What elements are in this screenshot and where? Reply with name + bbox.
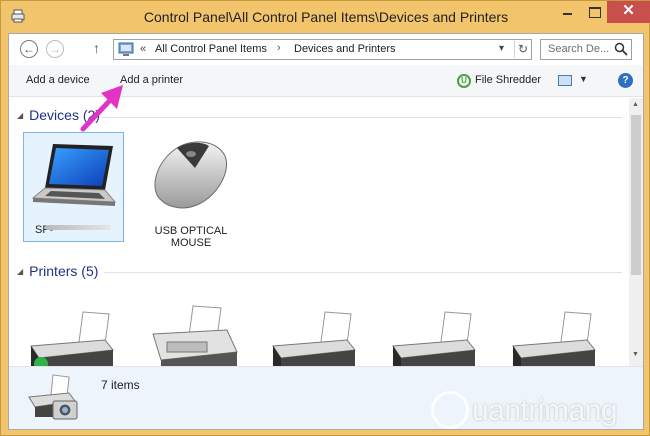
- file-shredder-button[interactable]: File Shredder: [475, 74, 541, 86]
- help-icon[interactable]: ?: [618, 73, 633, 88]
- vertical-scrollbar[interactable]: ▲ ▼: [629, 98, 643, 366]
- printer-icon[interactable]: [25, 306, 117, 366]
- watermark: uantrimang: [428, 388, 646, 434]
- breadcrumb-separator[interactable]: ›: [277, 42, 281, 54]
- printer-icon[interactable]: [267, 306, 359, 366]
- search-box[interactable]: Search De...: [540, 39, 632, 60]
- change-view-icon[interactable]: [558, 75, 572, 86]
- window-title: Control Panel\All Control Panel Items\De…: [143, 9, 509, 25]
- minimize-button[interactable]: [554, 1, 580, 23]
- redacted-name: [45, 225, 111, 230]
- device-label-mouse: USB OPTICAL MOUSE: [154, 225, 228, 249]
- group-divider: [102, 117, 622, 118]
- item-count: 7 items: [101, 378, 140, 392]
- breadcrumb-all-items[interactable]: All Control Panel Items: [155, 43, 267, 55]
- address-bar[interactable]: « All Control Panel Items › Devices and …: [113, 39, 532, 60]
- close-button[interactable]: ✕: [607, 1, 650, 23]
- watermark-logo: [431, 391, 469, 429]
- navigation-bar: ← → ↑ « All Control Panel Items › Device…: [9, 34, 643, 64]
- mouse-icon[interactable]: [147, 138, 231, 214]
- group-header-printers[interactable]: ◢ Printers (5): [17, 263, 98, 279]
- collapse-triangle-icon[interactable]: ◢: [17, 267, 23, 276]
- printer-camera-icon: [28, 374, 78, 420]
- printer-icon[interactable]: [387, 306, 479, 366]
- search-icon[interactable]: [614, 42, 628, 56]
- laptop-icon[interactable]: [27, 138, 119, 220]
- collapse-triangle-icon[interactable]: ◢: [17, 111, 23, 120]
- forward-arrow-icon[interactable]: →: [46, 40, 64, 58]
- items-view: ◢ Devices (2) SP- USB OPTICAL MOUSE ◢ Pr…: [9, 98, 629, 366]
- refresh-icon[interactable]: ↻: [514, 41, 531, 58]
- search-input[interactable]: Search De...: [548, 43, 609, 55]
- annotation-arrow: [80, 85, 123, 132]
- group-divider: [104, 272, 622, 273]
- view-options-dropdown[interactable]: ▼: [579, 74, 588, 84]
- overflow-chevron[interactable]: «: [140, 43, 146, 55]
- breadcrumb-devices-printers[interactable]: Devices and Printers: [294, 43, 396, 55]
- chevron-down-icon[interactable]: ▾: [499, 43, 504, 54]
- window: Control Panel\All Control Panel Items\De…: [0, 0, 650, 436]
- up-arrow-icon[interactable]: ↑: [93, 40, 100, 56]
- scroll-down-icon[interactable]: ▼: [632, 351, 639, 358]
- file-shredder-icon[interactable]: U: [457, 74, 471, 88]
- printer-icon[interactable]: [507, 306, 599, 366]
- maximize-button[interactable]: [581, 1, 607, 23]
- back-arrow-icon[interactable]: ←: [20, 40, 38, 58]
- fax-icon[interactable]: [147, 302, 239, 366]
- control-panel-icon: [118, 42, 134, 56]
- watermark-text: uantrimang: [472, 394, 618, 427]
- title-bar[interactable]: Control Panel\All Control Panel Items\De…: [1, 1, 650, 33]
- scroll-up-icon[interactable]: ▲: [632, 101, 639, 108]
- scroll-thumb[interactable]: [631, 115, 641, 275]
